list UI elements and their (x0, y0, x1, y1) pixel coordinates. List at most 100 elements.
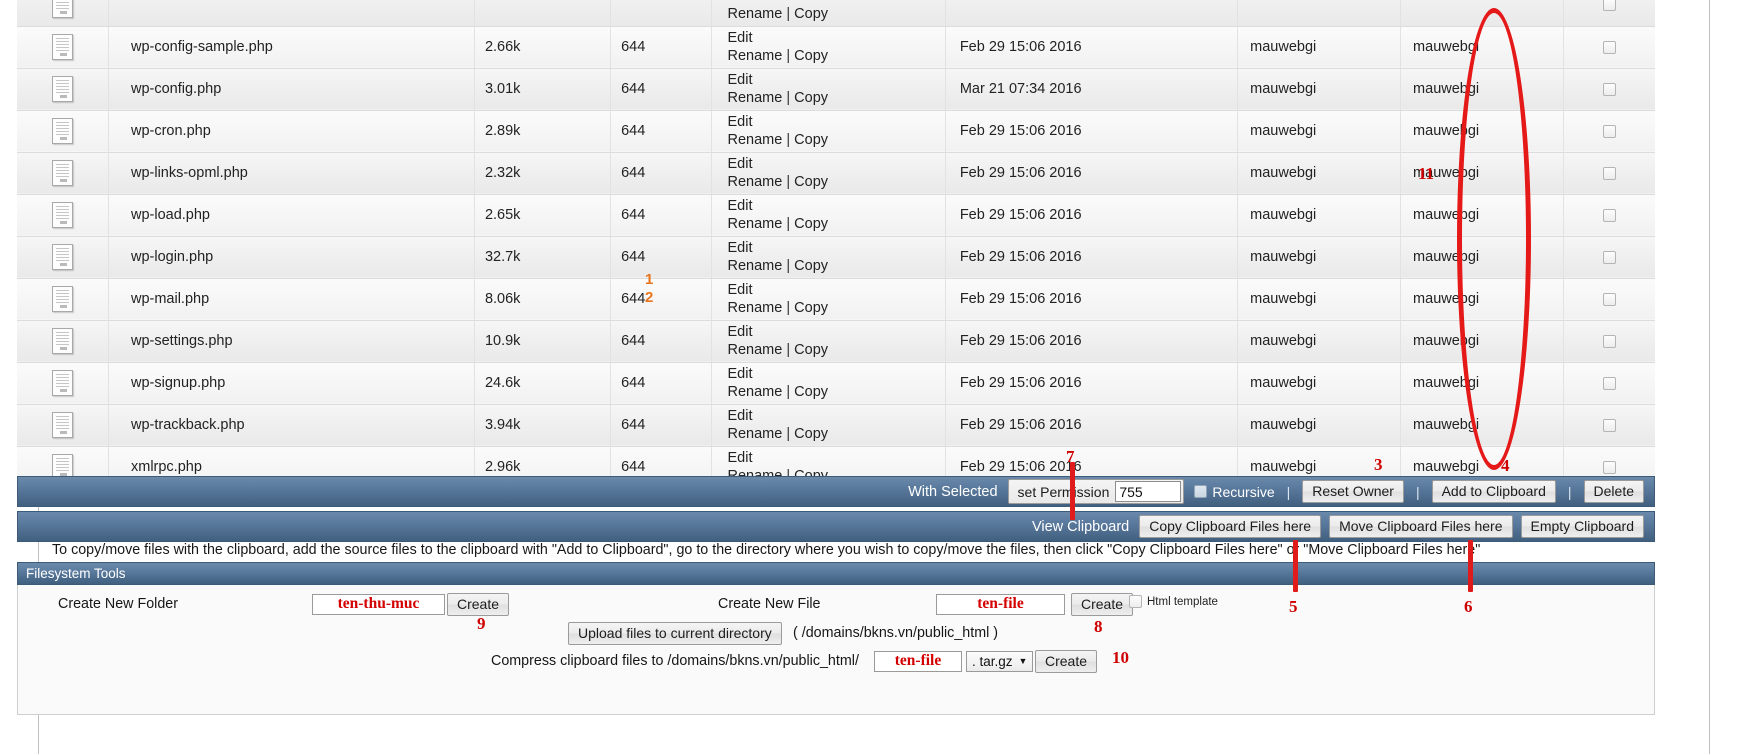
rename-link[interactable]: Rename (728, 6, 783, 22)
table-row[interactable]: wp-links-opml.php 2.32k 644 Edit Rename | Co… (17, 152, 1655, 195)
row-select-checkbox[interactable] (1602, 292, 1616, 306)
edit-link[interactable]: Edit (728, 449, 945, 467)
file-name-cell[interactable]: wp-trackback.php (108, 404, 475, 447)
edit-link[interactable]: Edit (728, 155, 945, 173)
permission-input[interactable] (1115, 481, 1182, 502)
edit-link[interactable]: Edit (728, 281, 945, 299)
row-select-checkbox[interactable] (1602, 40, 1616, 54)
table-row[interactable]: wp-login.php 32.7k 644 Edit Rename | Copy Feb… (17, 236, 1655, 279)
file-name-cell[interactable]: wp-settings.php (108, 320, 475, 363)
copy-link[interactable]: Copy (794, 384, 828, 400)
row-select-checkbox[interactable] (1602, 334, 1616, 348)
edit-link[interactable]: Edit (728, 197, 945, 215)
edit-link[interactable]: Edit (728, 113, 945, 131)
rename-copy-links[interactable]: Rename | Copy (728, 47, 945, 65)
row-select-checkbox[interactable] (1602, 166, 1616, 180)
upload-files-button[interactable]: Upload files to current directory (568, 621, 782, 645)
move-clipboard-files-here-button[interactable]: Move Clipboard Files here (1329, 515, 1513, 538)
table-row[interactable]: wp-settings.php 10.9k 644 Edit Rename | Copy… (17, 320, 1655, 363)
table-row[interactable]: wp-mail.php 8.06k 644 Edit Rename | Copy Feb … (17, 278, 1655, 321)
edit-link[interactable]: Edit (728, 365, 945, 383)
row-select-checkbox[interactable] (1602, 418, 1616, 432)
empty-clipboard-button[interactable]: Empty Clipboard (1520, 515, 1644, 538)
row-select-checkbox[interactable] (1602, 124, 1616, 138)
file-name-cell[interactable]: wp-config-sample.php (108, 26, 475, 69)
html-template-wrap[interactable]: Html template (1129, 595, 1218, 608)
file-name-cell[interactable]: wp-login.php (108, 236, 475, 279)
rename-copy-links[interactable]: Rename | Copy (728, 257, 945, 275)
rename-copy-links[interactable]: Rename | Copy (728, 299, 945, 317)
rename-link[interactable]: Rename (728, 90, 783, 106)
rename-link[interactable]: Rename (728, 300, 783, 316)
edit-link[interactable]: Edit (728, 239, 945, 257)
copy-clipboard-files-here-button[interactable]: Copy Clipboard Files here (1139, 515, 1322, 538)
table-row[interactable]: wp-signup.php 24.6k 644 Edit Rename | Copy Fe… (17, 362, 1655, 405)
rename-copy-links[interactable]: Rename | Copy (728, 425, 945, 443)
file-name-cell[interactable]: wp-signup.php (108, 362, 475, 405)
rename-link[interactable]: Rename (728, 342, 783, 358)
edit-link[interactable]: Edit (728, 323, 945, 341)
add-to-clipboard-button[interactable]: Add to Clipboard (1431, 480, 1556, 503)
rename-copy-links[interactable]: Rename | Copy (728, 89, 945, 107)
file-name-cell[interactable]: wp-links-opml.php (108, 152, 475, 195)
table-row[interactable]: wp-config-sample.php 2.66k 644 Edit Rename |… (17, 26, 1655, 69)
file-name-cell[interactable]: wp-mail.php (108, 278, 475, 321)
edit-link[interactable]: Edit (728, 71, 945, 89)
table-row[interactable]: EditRename | Copy (17, 0, 1655, 27)
compress-create-button[interactable]: Create (1035, 649, 1098, 673)
rename-copy-links[interactable]: Rename | Copy (728, 383, 945, 401)
copy-link[interactable]: Copy (794, 132, 828, 148)
copy-link[interactable]: Copy (794, 216, 828, 232)
copy-link[interactable]: Copy (794, 6, 828, 22)
file-name-cell[interactable]: wp-config.php (108, 68, 475, 111)
view-clipboard-link[interactable]: View Clipboard (1032, 519, 1129, 535)
rename-link[interactable]: Rename (728, 132, 783, 148)
file-name-cell[interactable] (108, 0, 475, 27)
file-name-cell[interactable]: wp-cron.php (108, 110, 475, 153)
copy-link[interactable]: Copy (794, 90, 828, 106)
rename-link[interactable]: Rename (728, 48, 783, 64)
copy-link[interactable]: Copy (794, 48, 828, 64)
rename-copy-links[interactable]: Rename | Copy (728, 131, 945, 149)
row-select-checkbox[interactable] (1602, 0, 1616, 12)
rename-link[interactable]: Rename (728, 174, 783, 190)
table-row[interactable]: wp-trackback.php 3.94k 644 Edit Rename | Cop… (17, 404, 1655, 447)
copy-link[interactable]: Copy (794, 300, 828, 316)
rename-copy-links[interactable]: Rename | Copy (728, 173, 945, 191)
table-row[interactable]: wp-load.php 2.65k 644 Edit Rename | Copy Feb … (17, 194, 1655, 237)
reset-owner-button[interactable]: Reset Owner (1302, 480, 1404, 503)
file-actions-cell: EditRename | Copy (710, 320, 946, 363)
rename-link[interactable]: Rename (728, 426, 783, 442)
row-select-checkbox[interactable] (1602, 376, 1616, 390)
row-select-checkbox[interactable] (1602, 250, 1616, 264)
rename-link[interactable]: Rename (728, 384, 783, 400)
file-name-cell[interactable]: wp-load.php (108, 194, 475, 237)
set-permission-group[interactable]: set Permission (1007, 479, 1185, 504)
recursive-checkbox[interactable] (1194, 485, 1208, 498)
rename-copy-links[interactable]: Rename | Copy (728, 215, 945, 233)
html-template-checkbox[interactable] (1129, 595, 1142, 608)
edit-link[interactable]: Edit (728, 407, 945, 425)
row-select-checkbox[interactable] (1602, 82, 1616, 96)
create-file-button[interactable]: Create (1071, 592, 1134, 616)
copy-link[interactable]: Copy (794, 342, 828, 358)
copy-link[interactable]: Copy (794, 258, 828, 274)
compress-format-select[interactable]: . tar.gz ▼ (966, 650, 1034, 672)
create-folder-button[interactable]: Create (447, 592, 510, 616)
delete-button[interactable]: Delete (1583, 480, 1644, 503)
row-select-checkbox[interactable] (1602, 208, 1616, 222)
table-row[interactable]: wp-cron.php 2.89k 644 Edit Rename | Copy Feb … (17, 110, 1655, 153)
rename-link[interactable]: Rename (728, 216, 783, 232)
compress-filename-input[interactable]: ten-file (874, 650, 962, 672)
rename-copy-links[interactable]: Rename | Copy (728, 5, 945, 23)
recursive-checkbox-wrap[interactable]: Recursive (1194, 484, 1275, 500)
row-select-checkbox[interactable] (1602, 460, 1616, 474)
copy-link[interactable]: Copy (794, 426, 828, 442)
edit-link[interactable]: Edit (728, 29, 945, 47)
rename-copy-links[interactable]: Rename | Copy (728, 341, 945, 359)
rename-link[interactable]: Rename (728, 258, 783, 274)
table-row[interactable]: wp-config.php 3.01k 644 Edit Rename | Copy Ma… (17, 68, 1655, 111)
new-file-name-input[interactable]: ten-file (936, 593, 1065, 615)
copy-link[interactable]: Copy (794, 174, 828, 190)
new-folder-name-input[interactable]: ten-thu-muc (312, 593, 445, 615)
